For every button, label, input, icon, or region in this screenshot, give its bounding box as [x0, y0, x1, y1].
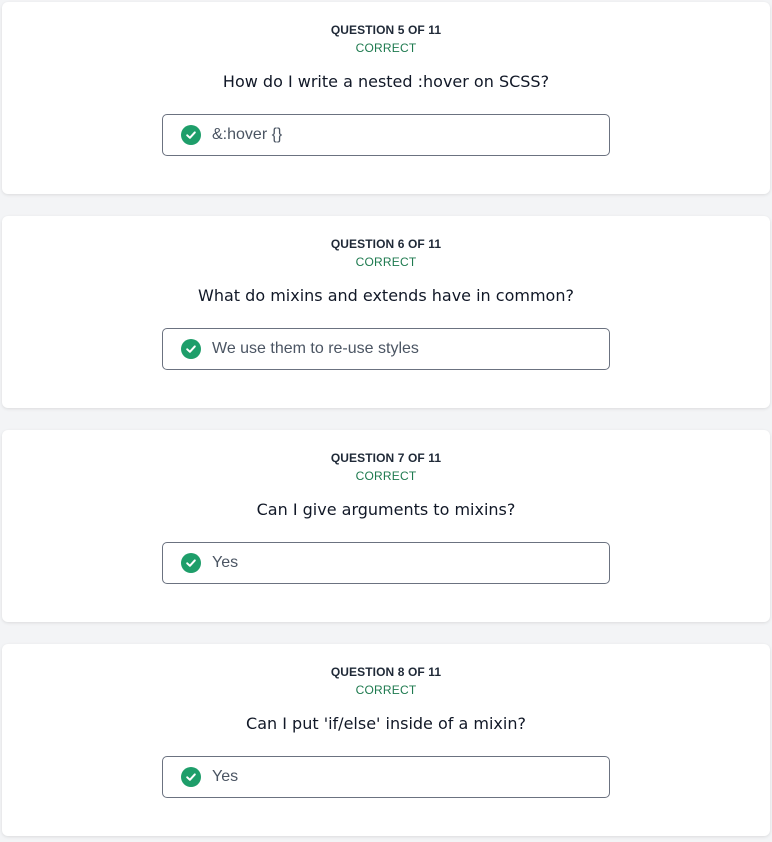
answer-status: CORRECT — [355, 683, 417, 697]
check-circle-icon — [181, 767, 201, 787]
question-text: Can I give arguments to mixins? — [256, 500, 516, 519]
selected-answer-option[interactable]: Yes — [162, 542, 610, 584]
check-circle-icon — [181, 125, 201, 145]
answer-status: CORRECT — [355, 255, 417, 269]
question-text: What do mixins and extends have in commo… — [198, 286, 574, 305]
question-text: Can I put 'if/else' inside of a mixin? — [246, 714, 526, 733]
question-number: QUESTION 6 OF 11 — [330, 237, 442, 251]
check-circle-icon — [181, 553, 201, 573]
question-card: QUESTION 8 OF 11 CORRECT Can I put 'if/e… — [2, 644, 770, 836]
question-number: QUESTION 8 OF 11 — [330, 665, 442, 679]
question-card: QUESTION 6 OF 11 CORRECT What do mixins … — [2, 216, 770, 408]
question-card: QUESTION 5 OF 11 CORRECT How do I write … — [2, 2, 770, 194]
answer-text: &:hover {} — [212, 126, 283, 143]
answer-text: We use them to re-use styles — [212, 340, 419, 357]
selected-answer-option[interactable]: We use them to re-use styles — [162, 328, 610, 370]
question-text: How do I write a nested :hover on SCSS? — [222, 72, 550, 91]
question-number: QUESTION 7 OF 11 — [330, 451, 442, 465]
selected-answer-option[interactable]: Yes — [162, 756, 610, 798]
selected-answer-option[interactable]: &:hover {} — [162, 114, 610, 156]
check-circle-icon — [181, 339, 201, 359]
answer-text: Yes — [212, 768, 239, 785]
question-card: QUESTION 7 OF 11 CORRECT Can I give argu… — [2, 430, 770, 622]
answer-status: CORRECT — [355, 469, 417, 483]
question-number: QUESTION 5 OF 11 — [330, 23, 442, 37]
quiz-results-page: QUESTION 5 OF 11 CORRECT How do I write … — [0, 0, 772, 842]
answer-status: CORRECT — [355, 41, 417, 55]
answer-text: Yes — [212, 554, 239, 571]
